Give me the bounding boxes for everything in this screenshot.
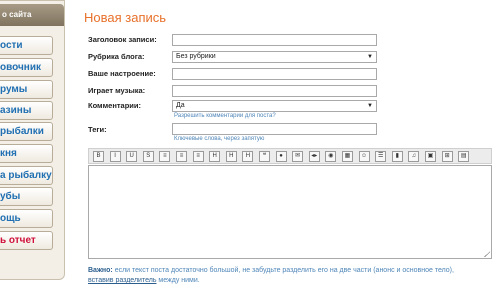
sidebar-item-1[interactable]: овочник — [0, 58, 53, 77]
cut-icon[interactable]: ▤ — [458, 151, 470, 162]
spoiler-icon[interactable]: ◉ — [325, 151, 337, 162]
tags-hint: Ключевые слова, через запятую — [174, 136, 265, 142]
tags-input[interactable] — [172, 123, 377, 135]
subject-label: Заголовок записи: — [88, 35, 157, 44]
image-icon[interactable]: ▦ — [342, 151, 353, 162]
h2-icon[interactable]: H — [225, 151, 237, 162]
link-icon[interactable]: ● — [275, 151, 287, 162]
mood-input[interactable] — [172, 68, 377, 80]
editor-toolbar: B I U S ≡ ≡ ≡ H H H ❝ ● ✉ ◂▸ ◉ ▦ ☺ ☰ ▮ ♫ ▣ ⊞ ▤ — [88, 148, 492, 164]
note-text: если текст поста достаточно большой, не … — [112, 267, 454, 274]
category-select-value: Без рубрики — [176, 53, 216, 60]
comments-label: Комментарии: — [88, 101, 142, 110]
sidebar-header: о сайта — [0, 4, 64, 26]
code-icon[interactable]: ◂▸ — [308, 151, 320, 162]
quote-icon[interactable]: ❝ — [259, 151, 270, 162]
music-input[interactable] — [172, 85, 377, 97]
sidebar-item-2[interactable]: румы — [0, 80, 53, 99]
resize-handle[interactable] — [484, 251, 490, 257]
comments-select[interactable]: Да ▼ — [172, 100, 377, 112]
note-tail: между ними. — [156, 277, 200, 284]
music-label: Играет музыка: — [88, 86, 146, 95]
post-body-editor[interactable] — [88, 165, 492, 259]
sidebar-item-4[interactable]: рыбалки — [0, 122, 53, 141]
align-right-icon[interactable]: ≡ — [192, 151, 204, 162]
mood-label: Ваше настроение: — [88, 69, 156, 78]
h1-icon[interactable]: H — [209, 151, 221, 162]
photo-icon[interactable]: ▣ — [425, 151, 436, 162]
email-icon[interactable]: ✉ — [292, 151, 304, 162]
chevron-down-icon: ▼ — [367, 54, 373, 60]
table-icon[interactable]: ⊞ — [441, 151, 453, 162]
comments-select-value: Да — [176, 102, 185, 109]
music-icon[interactable]: ♫ — [408, 151, 420, 162]
strike-icon[interactable]: S — [142, 151, 154, 162]
sidebar-item-8[interactable]: ощь — [0, 209, 53, 228]
tags-label: Теги: — [88, 125, 107, 134]
video-icon[interactable]: ▮ — [391, 151, 403, 162]
note-bold: Важно: — [88, 267, 113, 274]
list-icon[interactable]: ☰ — [375, 151, 387, 162]
page-title: Новая запись — [84, 10, 167, 25]
category-label: Рубрика блога: — [88, 52, 145, 61]
align-left-icon[interactable]: ≡ — [159, 151, 171, 162]
insert-separator-link[interactable]: вставив разделитель — [88, 277, 156, 284]
chevron-down-icon: ▼ — [367, 103, 373, 109]
sidebar-item-3[interactable]: азины — [0, 101, 53, 120]
sidebar-item-5[interactable]: кня — [0, 144, 53, 163]
italic-icon[interactable]: I — [109, 151, 121, 162]
category-select[interactable]: Без рубрики ▼ — [172, 51, 377, 63]
subject-input[interactable] — [172, 34, 377, 46]
align-center-icon[interactable]: ≡ — [176, 151, 187, 162]
sidebar-header-title: о сайта — [2, 10, 32, 19]
sidebar-item-7[interactable]: убы — [0, 187, 53, 206]
underline-icon[interactable]: U — [126, 151, 138, 162]
sidebar-item-6[interactable]: а рыбалку — [0, 166, 53, 185]
comments-hint: Разрешить комментарии для поста? — [174, 113, 276, 119]
h3-icon[interactable]: H — [242, 151, 254, 162]
separator-note: Важно: если текст поста достаточно больш… — [88, 266, 488, 286]
smile-icon[interactable]: ☺ — [358, 151, 370, 162]
sidebar: о сайта ости овочник румы азины рыбалки кня а … — [0, 0, 65, 280]
sidebar-item-0[interactable]: ости — [0, 36, 53, 55]
sidebar-item-9[interactable]: ь отчет — [0, 231, 53, 250]
bold-icon[interactable]: B — [93, 151, 104, 162]
